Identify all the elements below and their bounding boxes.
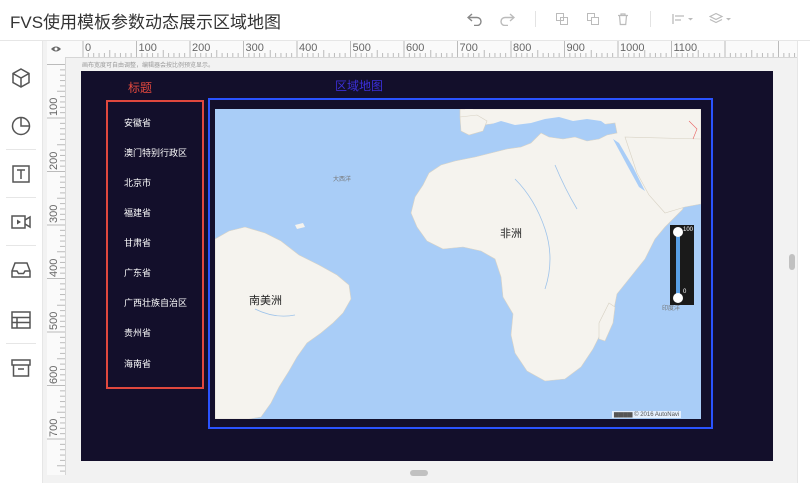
toolbar-divider [535, 11, 536, 27]
map-graphic [215, 109, 701, 419]
ruler-left-label: 100 [48, 97, 60, 116]
archive-icon[interactable] [8, 355, 34, 381]
page-title: FVS使用模板参数动态展示区域地图 [10, 13, 282, 32]
sidebar-divider [6, 197, 36, 198]
province-list[interactable] [106, 100, 204, 389]
list-item[interactable]: 广东省 [124, 266, 151, 279]
redo-icon[interactable] [497, 10, 517, 28]
map-title[interactable]: 区域地图 [335, 77, 383, 94]
ruler-left-label: 200 [48, 151, 60, 170]
copy-icon[interactable] [552, 10, 572, 28]
chart-pie-icon[interactable] [8, 113, 34, 139]
caribbean-island [295, 223, 305, 229]
list-item[interactable]: 北京市 [124, 176, 151, 189]
right-panel-edge [797, 41, 810, 483]
horizontal-scrollbar[interactable] [410, 470, 428, 476]
list-title[interactable]: 标题 [128, 79, 152, 96]
list-item[interactable]: 澳门特别行政区 [124, 146, 187, 159]
delete-icon[interactable] [613, 10, 633, 28]
text-icon[interactable] [8, 161, 34, 187]
ruler-top-label: 1000 [620, 42, 645, 54]
align-icon[interactable] [670, 10, 696, 28]
legend-min-handle[interactable] [673, 293, 683, 303]
list-item[interactable]: 广西壮族自治区 [124, 296, 187, 309]
ruler-top-label: 500 [352, 42, 371, 54]
inbox-icon[interactable] [8, 257, 34, 283]
map-legend[interactable]: 100 0 [670, 225, 694, 305]
list-item[interactable]: 海南省 [124, 357, 151, 370]
left-sidebar [0, 41, 43, 483]
header: FVS使用模板参数动态展示区域地图 [0, 0, 810, 41]
ruler-top-label: 0 [85, 42, 92, 54]
ruler-top-label: 600 [406, 42, 425, 54]
ruler-left-label: 700 [48, 418, 60, 437]
ruler-left[interactable]: 100 200 300 400 500 600 700 [47, 57, 66, 475]
eye-icon[interactable] [47, 41, 66, 58]
list-item[interactable]: 甘肃省 [124, 236, 151, 249]
ruler-top-label: 1100 [673, 42, 698, 54]
toolbar-divider [650, 11, 651, 27]
undo-icon[interactable] [465, 10, 485, 28]
ruler-left-label: 600 [48, 365, 60, 384]
table-icon[interactable] [8, 307, 34, 333]
ruler-top-label: 300 [245, 42, 264, 54]
region-map[interactable] [215, 109, 701, 419]
legend-min-value: 0 [683, 289, 687, 295]
list-item[interactable]: 安徽省 [124, 116, 151, 129]
ruler-top-label: 900 [566, 42, 585, 54]
sidebar-divider [6, 245, 36, 246]
ruler-top-label: 100 [138, 42, 157, 54]
map-attribution: ▆▆▆▆ © 2016 AutoNavi [612, 411, 682, 418]
cube-icon[interactable] [8, 65, 34, 91]
paste-icon[interactable] [583, 10, 603, 28]
ruler-left-label: 500 [48, 311, 60, 330]
legend-max-value: 100 [683, 227, 694, 233]
ruler-left-label: 400 [48, 258, 60, 277]
canvas-hint: 画布宽度可自由调整，编辑器会按比例预览显示。 [82, 63, 215, 69]
ruler-top-label: 400 [299, 42, 318, 54]
ruler-left-label: 300 [48, 204, 60, 223]
south-america-label: 南美洲 [249, 295, 282, 307]
sidebar-divider [6, 343, 36, 344]
ruler-top-label: 700 [459, 42, 478, 54]
legend-max-handle[interactable] [673, 227, 683, 237]
ruler-top-label: 200 [192, 42, 211, 54]
layer-icon[interactable] [708, 10, 734, 28]
video-icon[interactable] [8, 209, 34, 235]
south-america-land [215, 226, 352, 419]
ruler-top[interactable]: 0 100 200 300 400 500 600 700 800 900 1000 1100 [65, 41, 802, 58]
sidebar-divider [6, 149, 36, 150]
vertical-scrollbar[interactable] [789, 254, 795, 270]
list-item[interactable]: 贵州省 [124, 326, 151, 339]
list-item[interactable]: 福建省 [124, 206, 151, 219]
africa-label: 非洲 [500, 228, 522, 240]
atlantic-label: 大西洋 [333, 177, 352, 183]
legend-slider-track[interactable] [676, 231, 680, 299]
ruler-top-label: 800 [513, 42, 532, 54]
